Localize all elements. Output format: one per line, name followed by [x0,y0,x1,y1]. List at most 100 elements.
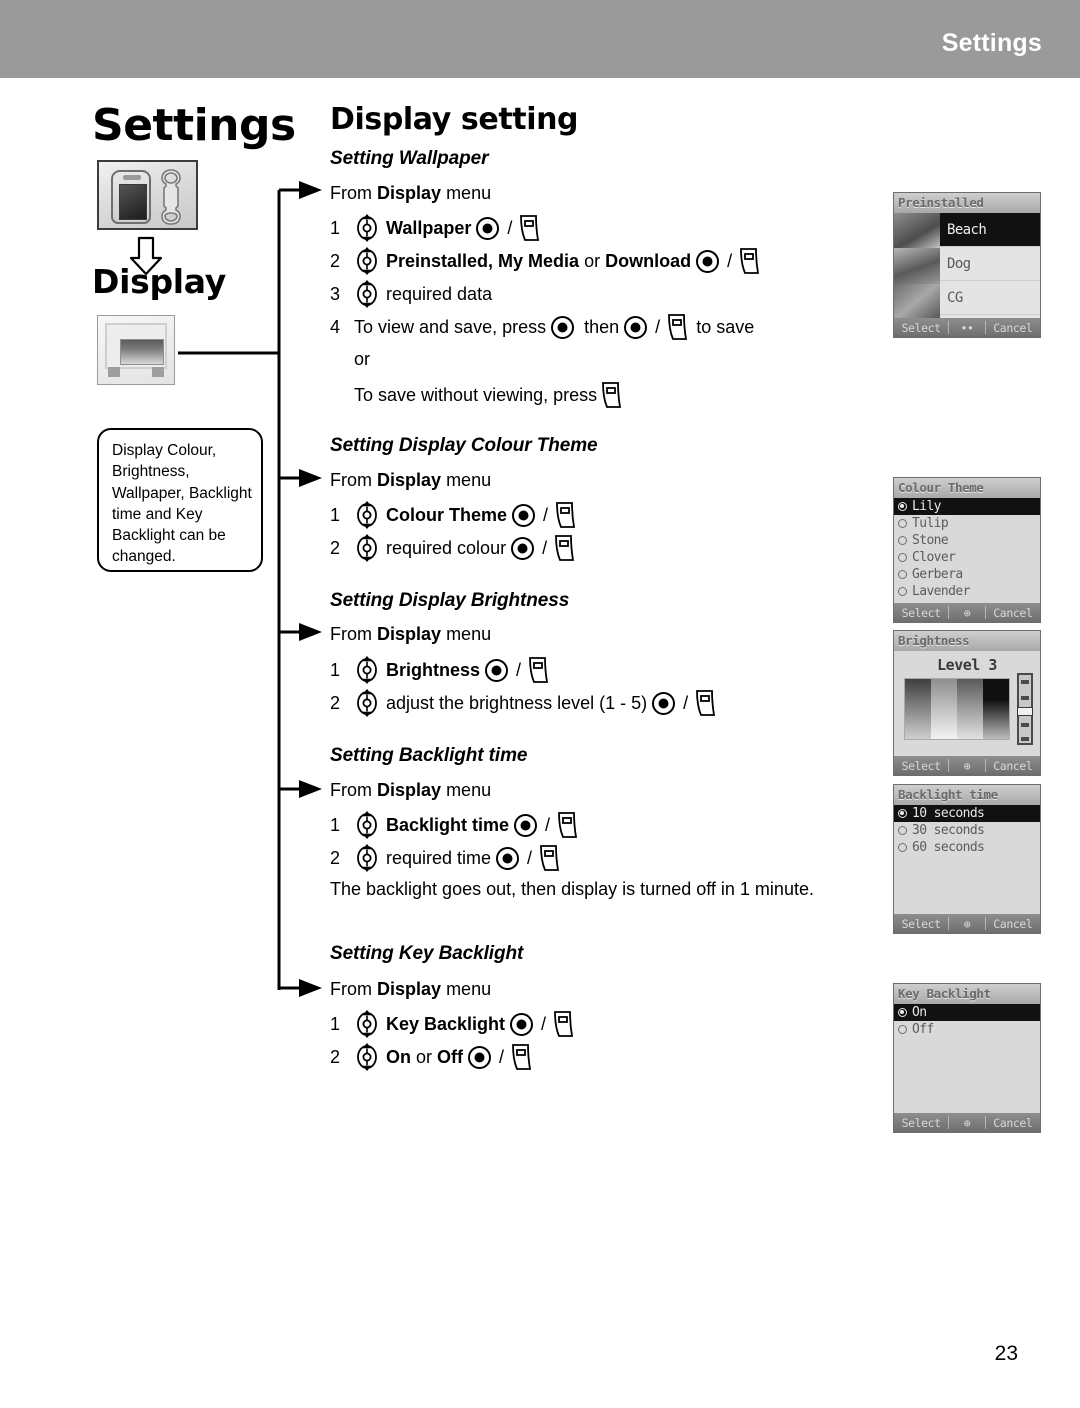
navigation-joystick-icon [354,534,380,562]
slider-knob[interactable] [1017,707,1033,716]
list-item[interactable]: Off [894,1021,1040,1038]
thumbnail-dog[interactable] [894,248,940,284]
softkey-select[interactable]: Select [894,606,948,620]
step-number: 1 [330,1014,341,1034]
manual-page: Settings Settings Display Display Colour… [0,0,1080,1408]
soft-key-icon [538,844,560,872]
radio-icon [898,1008,907,1017]
step-2-required-time: 2 required time / [330,844,563,872]
list-item-label: Lily [912,499,942,514]
radio-icon [898,843,907,852]
navigation-joystick-icon [354,247,380,275]
list-item[interactable]: 60 seconds [894,839,1040,856]
screen-body: On Off [894,1004,1040,1114]
list-item-label: 10 seconds [912,806,985,821]
softkey-select[interactable]: Select [894,1116,948,1130]
brightness-level-label: Level 3 [937,656,997,674]
step-label: Brightness [386,660,481,680]
list-item[interactable]: Lily [894,498,1040,515]
save-without-viewing-text: To save without viewing, press [354,385,598,405]
list-item[interactable]: 10 seconds [894,805,1040,822]
softkey-select[interactable]: Select [894,917,948,931]
list-item[interactable]: Gerbera [894,566,1040,583]
radio-icon [898,1025,907,1034]
step-label: required time [386,848,492,868]
step-2-required-colour: 2 required colour / [330,534,578,562]
softkey-bar: Select ⊕ Cancel [894,914,1040,933]
slash-separator: / [543,505,549,525]
soft-key-icon [510,1043,532,1071]
step-3-required-data: 3 required data [330,280,492,308]
center-select-key-icon [475,216,500,241]
center-select-key-icon [467,1045,492,1070]
list-item[interactable]: 30 seconds [894,822,1040,839]
divider [948,1116,950,1129]
brightness-slider[interactable] [1017,673,1033,745]
softkey-center[interactable]: ⊕ [949,606,984,620]
radio-icon [898,553,907,562]
thumbnail-cg[interactable] [894,283,940,319]
from-prefix: From [330,470,372,490]
center-select-key-icon [695,249,720,274]
monitor-foot-left [108,367,120,377]
softkey-cancel[interactable]: Cancel [986,606,1040,620]
section-heading-key-backlight: Setting Key Backlight [330,943,524,964]
navigation-joystick-icon [354,501,380,529]
radio-icon [898,502,907,511]
softkey-select[interactable]: Select [894,759,948,773]
softkey-cancel[interactable]: Cancel [986,1116,1040,1130]
step-label-a: On [386,1047,411,1067]
divider [984,1116,986,1129]
from-prefix: From [330,624,372,644]
list-item[interactable]: Clover [894,549,1040,566]
list-item-label: Clover [912,550,956,565]
brightness-preview-gradient [904,678,1010,740]
radio-icon [898,826,907,835]
slash-separator: / [516,660,522,680]
monitor-foot-right [152,367,164,377]
step-label: Key Backlight [386,1014,506,1034]
list-item[interactable]: Dog [940,247,1040,281]
step-label-mid: or [416,1047,433,1067]
softkey-cancel[interactable]: Cancel [986,917,1040,931]
list-item[interactable]: CG [940,281,1040,315]
soft-key-icon [554,501,576,529]
soft-key-icon [738,247,760,275]
thumbnail-beach[interactable] [894,213,940,249]
softkey-center[interactable]: ⊕ [949,917,984,931]
alternative-or-label: or [354,349,371,369]
slash-separator: / [499,1047,505,1067]
softkey-bar: Select •• Cancel [894,318,1040,337]
soft-key-icon [694,689,716,717]
softkey-center[interactable]: •• [949,321,984,335]
list-item[interactable]: Stone [894,532,1040,549]
slider-tick [1021,723,1029,727]
step-2-wallpaper-source: 2 Preinstalled, My Media or Download / [330,247,763,275]
step-2-brightness-level: 2 adjust the brightness level (1 - 5) / [330,689,719,717]
list-item[interactable]: Tulip [894,515,1040,532]
navigation-joystick-icon [354,280,380,308]
slider-tick [1021,680,1029,684]
radio-icon [898,809,907,818]
softkey-center[interactable]: ⊕ [949,1116,984,1130]
screen-body: Lily Tulip Stone Clover Gerbera Lavender [894,498,1040,604]
wrench-shape [156,168,186,226]
page-number: 23 [994,1342,1018,1365]
list-item-label: Gerbera [912,567,963,582]
divider [984,606,986,619]
list-item[interactable]: Beach [940,213,1040,247]
step-number: 2 [330,251,341,271]
step-text-a: To view and save, press [354,317,547,337]
divider [984,759,986,772]
softkey-cancel[interactable]: Cancel [986,759,1040,773]
list-item-label: On [912,1005,927,1020]
navigation-joystick-icon [354,656,380,684]
soft-key-icon [527,656,549,684]
list-item[interactable]: Lavender [894,583,1040,600]
softkey-cancel[interactable]: Cancel [986,321,1040,335]
softkey-select[interactable]: Select [894,321,948,335]
list-item[interactable]: On [894,1004,1040,1021]
backlight-note: The backlight goes out, then display is … [330,879,814,899]
screen-title: Brightness [894,631,1040,651]
softkey-center[interactable]: ⊕ [949,759,984,773]
